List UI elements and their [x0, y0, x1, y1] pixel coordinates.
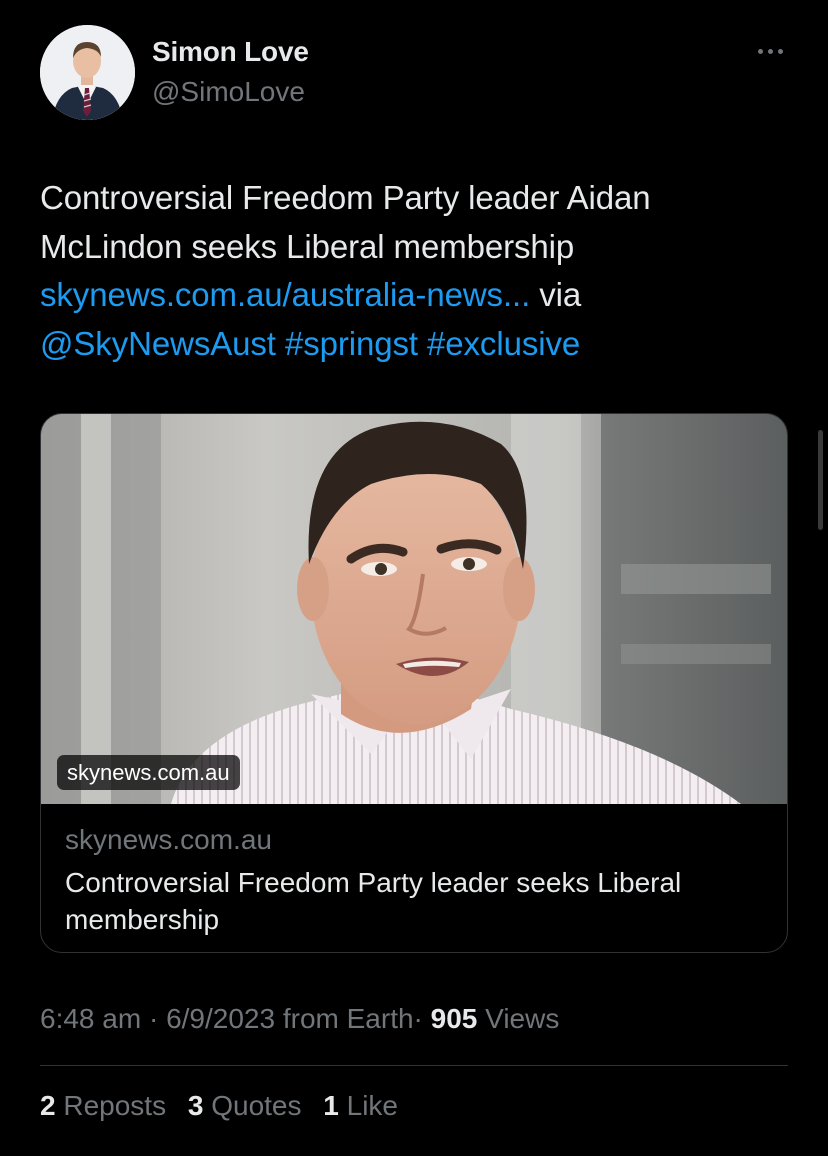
- views-count: 905: [430, 1003, 478, 1034]
- tweet-time[interactable]: 6:48 am: [40, 1003, 141, 1034]
- card-domain: skynews.com.au: [65, 824, 272, 855]
- card-image: [41, 414, 787, 804]
- tweet-text-line-1: Controversial Freedom Party leader Aidan: [40, 179, 651, 216]
- mention-link[interactable]: @SkyNewsAust: [40, 325, 276, 362]
- tweet-source: from Earth: [282, 1003, 414, 1034]
- tweet-stats: 2 Reposts 3 Quotes 1 Like: [40, 1090, 412, 1122]
- meta-separator-2: ·: [413, 1003, 423, 1034]
- hashtag-springst[interactable]: #springst: [285, 325, 418, 362]
- views-label: Views: [485, 1003, 560, 1034]
- tweet-detail-page: Simon Love @SimoLove Controversial Freed…: [0, 0, 828, 1156]
- likes-label: Like: [346, 1090, 399, 1121]
- quotes-stat[interactable]: 3 Quotes: [188, 1090, 309, 1121]
- card-title: Controversial Freedom Party leader seeks…: [65, 867, 682, 935]
- hashtag-exclusive[interactable]: #exclusive: [427, 325, 580, 362]
- likes-stat[interactable]: 1 Like: [323, 1090, 398, 1121]
- author-handle[interactable]: @SimoLove: [152, 76, 305, 108]
- tweet-via: via: [539, 276, 582, 313]
- author-name[interactable]: Simon Love: [152, 36, 309, 68]
- quotes-count: 3: [187, 1090, 204, 1121]
- author-avatar[interactable]: [40, 25, 135, 120]
- reposts-count: 2: [40, 1090, 56, 1121]
- link-preview-card[interactable]: skynews.com.au skynews.com.au Controvers…: [40, 413, 788, 953]
- meta-separator-1: ·: [148, 1003, 159, 1034]
- reposts-stat[interactable]: 2 Reposts: [40, 1090, 174, 1121]
- likes-count: 1: [323, 1090, 339, 1121]
- quotes-label: Quotes: [211, 1090, 302, 1121]
- reposts-label: Reposts: [63, 1090, 167, 1121]
- tweet-text-line-2: McLindon seeks Liberal membership: [40, 227, 575, 265]
- tweet-date[interactable]: 6/9/2023: [166, 1003, 275, 1034]
- tweet-text: Controversial Freedom Party leader Aidan…: [40, 174, 800, 368]
- tweet-link[interactable]: skynews.com.au/australia-news...: [40, 276, 530, 313]
- tweet-meta: 6:48 am · 6/9/2023 from Earth· 905 Views: [40, 1003, 559, 1035]
- avatar-portrait: [40, 25, 135, 120]
- scrollbar[interactable]: [818, 430, 823, 530]
- more-options-icon[interactable]: [750, 36, 790, 66]
- divider: [40, 1065, 788, 1066]
- card-image-domain-badge: skynews.com.au: [57, 755, 240, 790]
